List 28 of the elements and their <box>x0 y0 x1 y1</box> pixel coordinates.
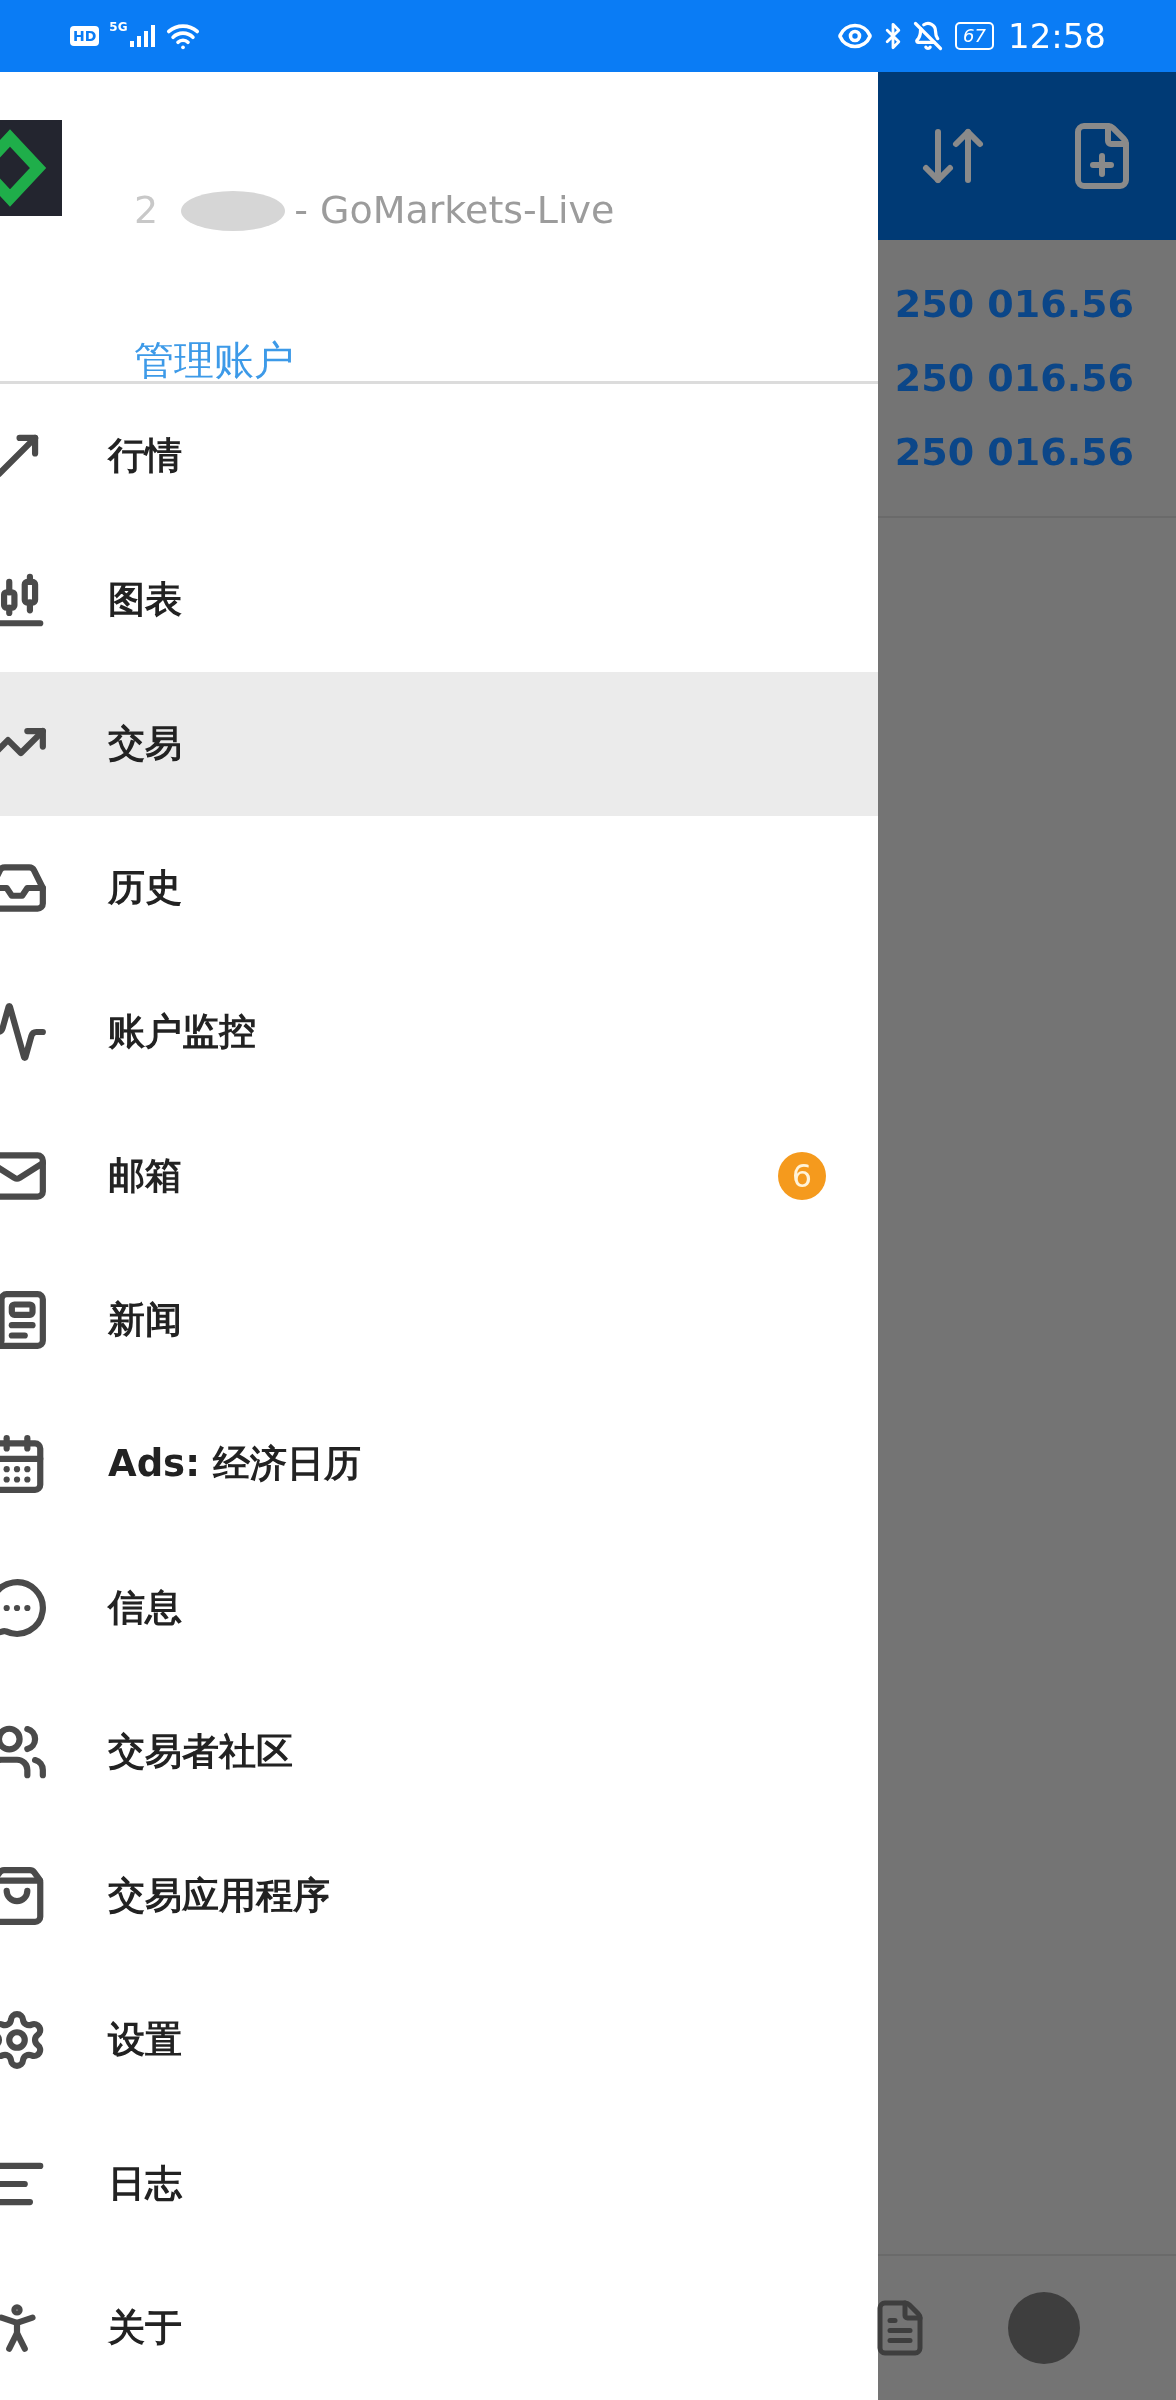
count-badge: 6 <box>778 1152 826 1200</box>
balance-value: 250 016.56 <box>894 355 1134 402</box>
hd-indicator: HD <box>70 26 100 46</box>
account-name: - GoMarkets-Live <box>294 187 615 234</box>
battery-indicator: 67 <box>955 22 994 50</box>
menu-label: 账户监控 <box>108 1009 256 1056</box>
menu-label: 历史 <box>108 865 182 912</box>
menu-label: 交易者社区 <box>108 1729 293 1776</box>
signal-icon <box>129 25 156 47</box>
menu-label: 图表 <box>108 577 182 624</box>
menu-label: Ads: 经济日历 <box>108 1441 361 1488</box>
menu-label: 交易应用程序 <box>108 1873 330 1920</box>
menu-label: 交易 <box>108 721 182 768</box>
menu-item[interactable]: 交易 <box>0 672 878 816</box>
pulse-icon <box>0 1001 48 1063</box>
menu-label: 新闻 <box>108 1297 182 1344</box>
clock: 12:58 <box>1008 14 1106 58</box>
menu-label: 信息 <box>108 1585 182 1632</box>
newspaper-icon <box>0 1289 48 1351</box>
menu-label: 日志 <box>108 2161 182 2208</box>
network-label: 5G <box>109 19 128 36</box>
balance-value: 250 016.56 <box>894 281 1134 328</box>
menu-label: 邮箱 <box>108 1153 182 1200</box>
menu-label: 行情 <box>108 433 182 480</box>
menu-label: 关于 <box>108 2305 182 2352</box>
balance-value: 250 016.56 <box>894 429 1134 476</box>
bell-off-icon <box>913 21 944 51</box>
menu-label: 设置 <box>108 2017 182 2064</box>
